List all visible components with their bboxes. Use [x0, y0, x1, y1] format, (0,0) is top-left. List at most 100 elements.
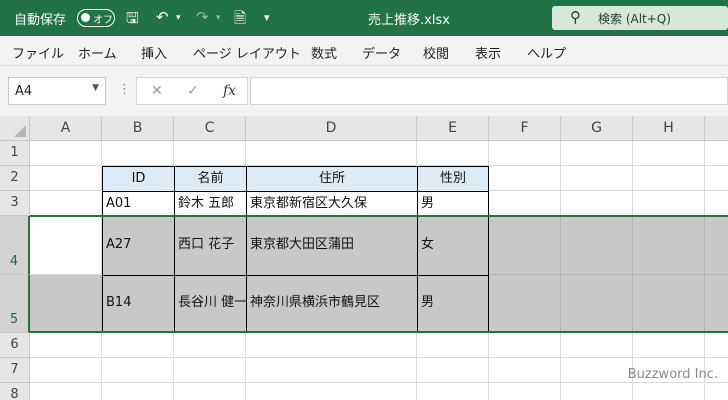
row-header-2[interactable]: 2 [0, 166, 30, 191]
cell-f6[interactable] [489, 333, 561, 358]
cell-d6[interactable] [246, 333, 417, 358]
cell-e3[interactable]: 男 [417, 191, 489, 217]
row-header-5[interactable]: 5 [0, 275, 30, 333]
cell-h4[interactable] [633, 216, 705, 275]
column-header-g[interactable]: G [561, 116, 633, 141]
document-icon[interactable]: 🗎 [234, 8, 246, 33]
cell-a7[interactable] [30, 358, 102, 383]
chevron-down-icon[interactable]: ▼ [92, 83, 99, 93]
cell-i1[interactable] [705, 141, 728, 166]
column-header-a[interactable]: A [30, 116, 102, 141]
cell-g5[interactable] [561, 275, 633, 333]
column-header-b[interactable]: B [102, 116, 174, 141]
tab-review[interactable]: 校閲 [423, 43, 449, 62]
cell-b6[interactable] [102, 333, 174, 358]
cell-f8[interactable] [489, 383, 561, 400]
cell-h6[interactable] [633, 333, 705, 358]
cell-e5[interactable]: 男 [417, 275, 489, 333]
cell-f4[interactable] [489, 216, 561, 275]
name-box[interactable]: A4 ▼ [8, 77, 106, 105]
cell-f2[interactable] [489, 166, 561, 191]
cell-b1[interactable] [102, 141, 174, 166]
cell-g6[interactable] [561, 333, 633, 358]
cell-f5[interactable] [489, 275, 561, 333]
cell-d7[interactable] [246, 358, 417, 383]
cell-g7[interactable] [561, 358, 633, 383]
cell-c3[interactable]: 鈴木 五郎 [174, 191, 247, 217]
cell-e4[interactable]: 女 [417, 216, 489, 276]
cell-a5[interactable] [30, 275, 102, 333]
column-header-c[interactable]: C [174, 116, 246, 141]
cell-i8[interactable] [705, 383, 728, 400]
cell-h5[interactable] [633, 275, 705, 333]
column-header-f[interactable]: F [489, 116, 561, 141]
formula-input[interactable] [250, 77, 728, 105]
cell-c8[interactable] [174, 383, 246, 400]
cell-g3[interactable] [561, 191, 633, 216]
cell-g1[interactable] [561, 141, 633, 166]
cell-a1[interactable] [30, 141, 102, 166]
tab-insert[interactable]: 挿入 [141, 43, 167, 62]
cell-g2[interactable] [561, 166, 633, 191]
tab-formulas[interactable]: 数式 [311, 43, 337, 62]
save-icon[interactable]: 🖫 [126, 8, 139, 33]
insert-function-icon[interactable]: fx [223, 83, 236, 99]
search-box[interactable]: ⚲ 検索 (Alt+Q) [552, 6, 728, 30]
autosave-toggle[interactable]: オフ [77, 9, 115, 27]
cell-g4[interactable] [561, 216, 633, 275]
row-header-1[interactable]: 1 [0, 141, 30, 166]
redo-dropdown-icon[interactable]: ▾ [216, 13, 221, 23]
tab-page-layout[interactable]: ページ レイアウト [193, 43, 301, 62]
cell-a6[interactable] [30, 333, 102, 358]
cell-a2[interactable] [30, 166, 102, 191]
cell-i6[interactable] [705, 333, 728, 358]
redo-icon[interactable]: ↷ [196, 8, 209, 26]
cell-c6[interactable] [174, 333, 246, 358]
row-header-4[interactable]: 4 [0, 216, 30, 275]
tab-help[interactable]: ヘルプ [527, 43, 566, 62]
cell-i5[interactable] [705, 275, 728, 333]
cell-e8[interactable] [417, 383, 489, 400]
tab-home[interactable]: ホーム [78, 43, 117, 62]
cell-i4[interactable] [705, 216, 728, 275]
cell-d5[interactable]: 神奈川県横浜市鶴見区 [246, 275, 418, 333]
cell-a3[interactable] [30, 191, 102, 216]
cell-g8[interactable] [561, 383, 633, 400]
cell-h1[interactable] [633, 141, 705, 166]
cell-c7[interactable] [174, 358, 246, 383]
cell-e7[interactable] [417, 358, 489, 383]
cell-e1[interactable] [417, 141, 489, 166]
table-header-gender[interactable]: 性別 [417, 166, 489, 192]
cell-h8[interactable] [633, 383, 705, 400]
row-header-7[interactable]: 7 [0, 358, 30, 383]
cell-c4[interactable]: 西口 花子 [174, 216, 247, 276]
column-header-h[interactable]: H [633, 116, 705, 141]
row-header-6[interactable]: 6 [0, 333, 30, 358]
cell-b4[interactable]: A27 [102, 216, 175, 276]
tab-file[interactable]: ファイル [12, 43, 64, 62]
tab-data[interactable]: データ [362, 43, 401, 62]
cell-b7[interactable] [102, 358, 174, 383]
cell-c5[interactable]: 長谷川 健一 [174, 275, 247, 333]
cell-d3[interactable]: 東京都新宿区大久保 [246, 191, 418, 217]
select-all-button[interactable] [0, 116, 30, 141]
table-header-name[interactable]: 名前 [174, 166, 247, 192]
cell-b3[interactable]: A01 [102, 191, 175, 217]
column-header-i[interactable] [705, 116, 728, 141]
cell-f1[interactable] [489, 141, 561, 166]
cell-b8[interactable] [102, 383, 174, 400]
cell-b5[interactable]: B14 [102, 275, 175, 333]
cell-h3[interactable] [633, 191, 705, 216]
undo-dropdown-icon[interactable]: ▾ [176, 13, 181, 23]
cell-c1[interactable] [174, 141, 246, 166]
cell-d4[interactable]: 東京都大田区蒲田 [246, 216, 418, 276]
cell-d8[interactable] [246, 383, 417, 400]
cell-a4-active[interactable] [30, 216, 102, 275]
cell-i2[interactable] [705, 166, 728, 191]
tab-view[interactable]: 表示 [475, 43, 501, 62]
undo-icon[interactable]: ↶ [156, 8, 169, 26]
cancel-icon[interactable]: ✕ [151, 83, 163, 99]
row-header-8[interactable]: 8 [0, 383, 30, 400]
row-header-3[interactable]: 3 [0, 191, 30, 216]
table-header-id[interactable]: ID [102, 166, 175, 192]
